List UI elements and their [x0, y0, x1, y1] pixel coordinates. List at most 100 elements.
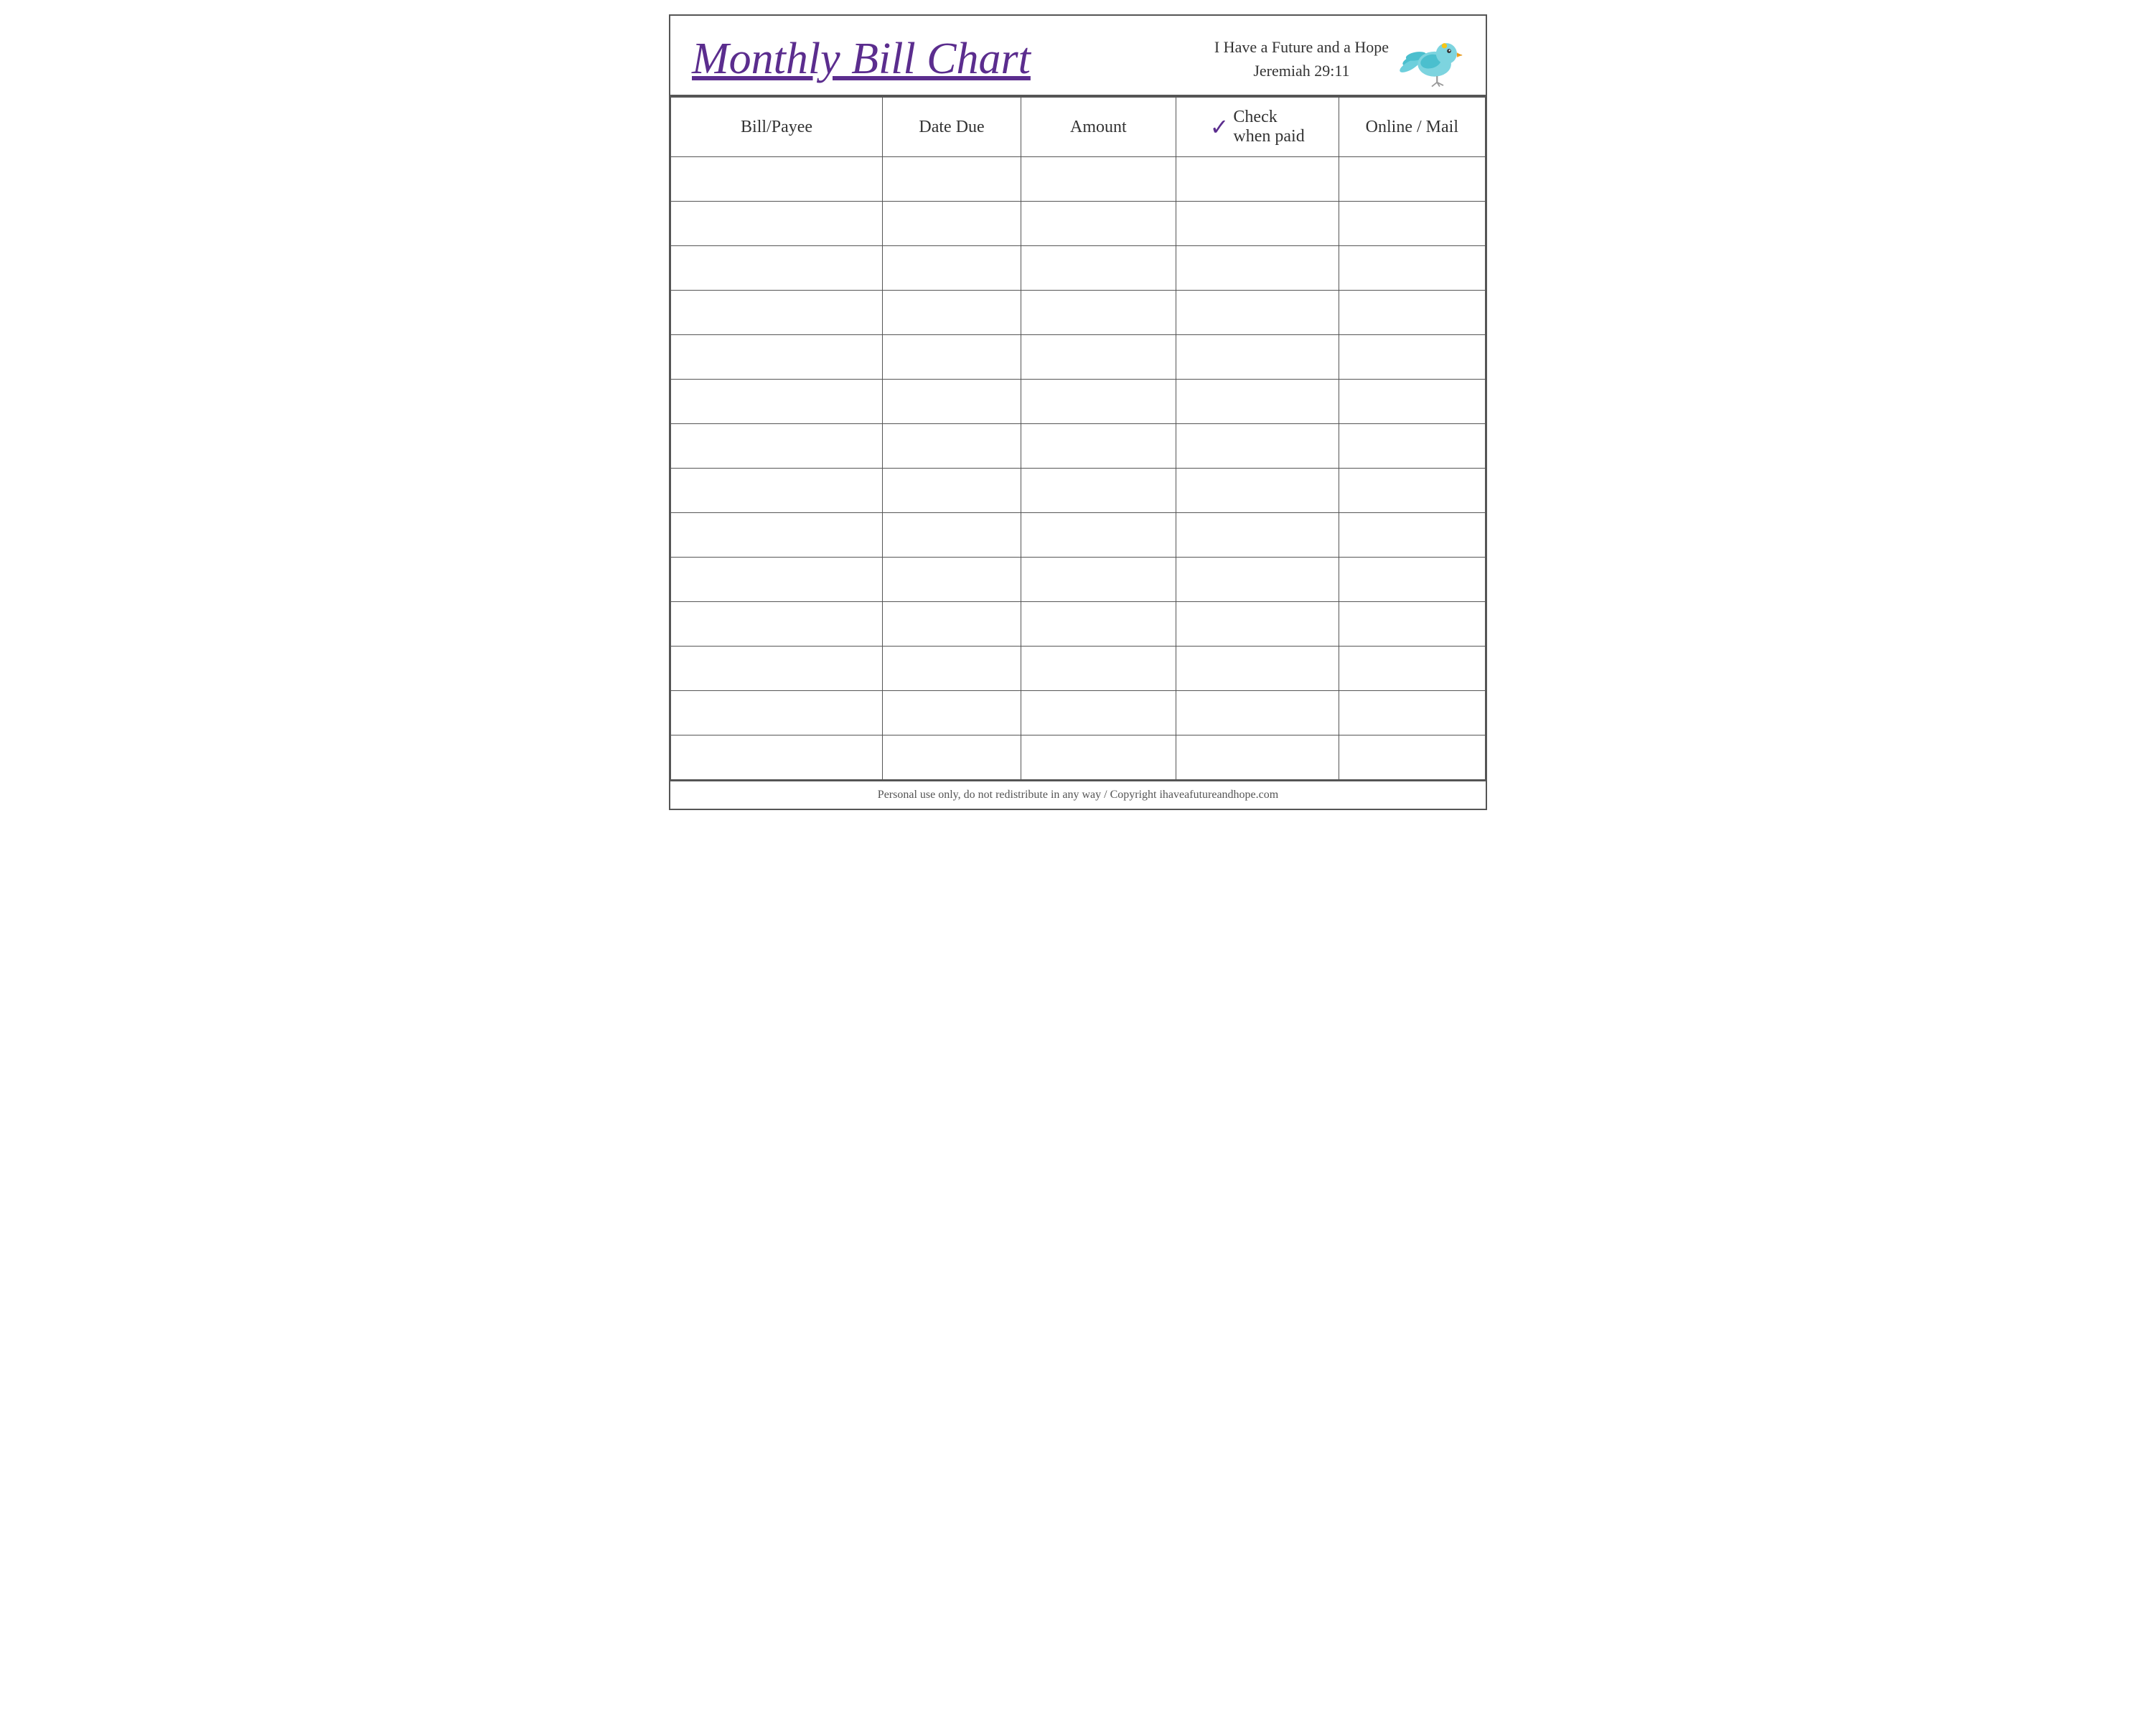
table-cell: [1176, 157, 1339, 202]
table-cell: [1021, 202, 1176, 246]
table-cell: [883, 202, 1021, 246]
table-cell: [1339, 380, 1485, 424]
table-cell: [1176, 335, 1339, 380]
table-row: [671, 602, 1486, 647]
table-cell: [1339, 513, 1485, 558]
table-cell: [671, 157, 883, 202]
table-row: [671, 335, 1486, 380]
table-cell: [883, 246, 1021, 291]
col-header-bill-payee: Bill/Payee: [671, 98, 883, 157]
table-cell: [1339, 469, 1485, 513]
table-cell: [671, 647, 883, 691]
table-cell: [671, 380, 883, 424]
table-row: [671, 469, 1486, 513]
table-cell: [1021, 602, 1176, 647]
table-cell: [1021, 246, 1176, 291]
check-text-block: Check when paid: [1233, 108, 1304, 146]
table-cell: [1339, 602, 1485, 647]
table-cell: [1021, 558, 1176, 602]
bill-chart-table: Bill/Payee Date Due Amount ✓ Check w: [670, 97, 1486, 780]
table-cell: [1176, 424, 1339, 469]
table-cell: [1176, 380, 1339, 424]
table-cell: [1339, 691, 1485, 735]
check-header-content: ✓ Check when paid: [1184, 108, 1331, 146]
table-row: [671, 647, 1486, 691]
subtitle-text: I Have a Future and a Hope Jeremiah 29:1…: [1214, 35, 1389, 83]
table-cell: [671, 602, 883, 647]
table-cell: [671, 691, 883, 735]
table-row: [671, 735, 1486, 780]
page-wrapper: Monthly Bill Chart I Have a Future and a…: [669, 14, 1487, 810]
table-row: [671, 157, 1486, 202]
footer-text: Personal use only, do not redistribute i…: [878, 789, 1278, 801]
table-cell: [671, 202, 883, 246]
table-cell: [1176, 513, 1339, 558]
table-cell: [1176, 246, 1339, 291]
table-cell: [1021, 335, 1176, 380]
table-cell: [1176, 202, 1339, 246]
table-cell: [1176, 558, 1339, 602]
table-cell: [1176, 735, 1339, 780]
table-cell: [883, 602, 1021, 647]
table-cell: [1021, 291, 1176, 335]
table-cell: [1176, 602, 1339, 647]
subtitle-block: I Have a Future and a Hope Jeremiah 29:1…: [1214, 30, 1464, 88]
page-title: Monthly Bill Chart: [692, 34, 1031, 83]
table-row: [671, 380, 1486, 424]
table-cell: [671, 335, 883, 380]
table-cell: [883, 335, 1021, 380]
col-header-date-due: Date Due: [883, 98, 1021, 157]
table-row: [671, 246, 1486, 291]
table-cell: [883, 157, 1021, 202]
table-row: [671, 424, 1486, 469]
table-cell: [671, 513, 883, 558]
bird-icon: [1400, 30, 1464, 88]
table-cell: [883, 647, 1021, 691]
table-cell: [883, 558, 1021, 602]
table-cell: [1176, 691, 1339, 735]
table-cell: [1339, 558, 1485, 602]
col-header-amount: Amount: [1021, 98, 1176, 157]
table-cell: [1339, 202, 1485, 246]
header: Monthly Bill Chart I Have a Future and a…: [670, 16, 1486, 97]
table-cell: [671, 291, 883, 335]
footer: Personal use only, do not redistribute i…: [670, 780, 1486, 809]
subtitle-line2: Jeremiah 29:11: [1214, 59, 1389, 83]
table-cell: [1176, 647, 1339, 691]
table-cell: [1021, 691, 1176, 735]
table-cell: [1021, 380, 1176, 424]
table-cell: [1339, 335, 1485, 380]
table-cell: [671, 424, 883, 469]
table-cell: [883, 513, 1021, 558]
table-cell: [1339, 291, 1485, 335]
table-row: [671, 513, 1486, 558]
table-row: [671, 202, 1486, 246]
table-container: Bill/Payee Date Due Amount ✓ Check w: [670, 97, 1486, 780]
table-cell: [883, 735, 1021, 780]
table-header-row: Bill/Payee Date Due Amount ✓ Check w: [671, 98, 1486, 157]
table-cell: [883, 424, 1021, 469]
table-cell: [671, 558, 883, 602]
checkmark-icon: ✓: [1210, 116, 1229, 138]
table-cell: [1339, 424, 1485, 469]
table-cell: [1021, 735, 1176, 780]
table-cell: [1021, 424, 1176, 469]
table-cell: [883, 469, 1021, 513]
table-cell: [1339, 246, 1485, 291]
table-cell: [883, 691, 1021, 735]
table-cell: [883, 291, 1021, 335]
table-cell: [883, 380, 1021, 424]
table-cell: [1339, 157, 1485, 202]
table-row: [671, 558, 1486, 602]
table-row: [671, 691, 1486, 735]
table-row: [671, 291, 1486, 335]
table-cell: [1021, 513, 1176, 558]
table-cell: [1339, 647, 1485, 691]
table-cell: [671, 246, 883, 291]
table-cell: [1176, 291, 1339, 335]
table-cell: [1176, 469, 1339, 513]
table-cell: [671, 735, 883, 780]
table-body: [671, 157, 1486, 780]
col-header-check-when-paid: ✓ Check when paid: [1176, 98, 1339, 157]
col-header-online-mail: Online / Mail: [1339, 98, 1485, 157]
